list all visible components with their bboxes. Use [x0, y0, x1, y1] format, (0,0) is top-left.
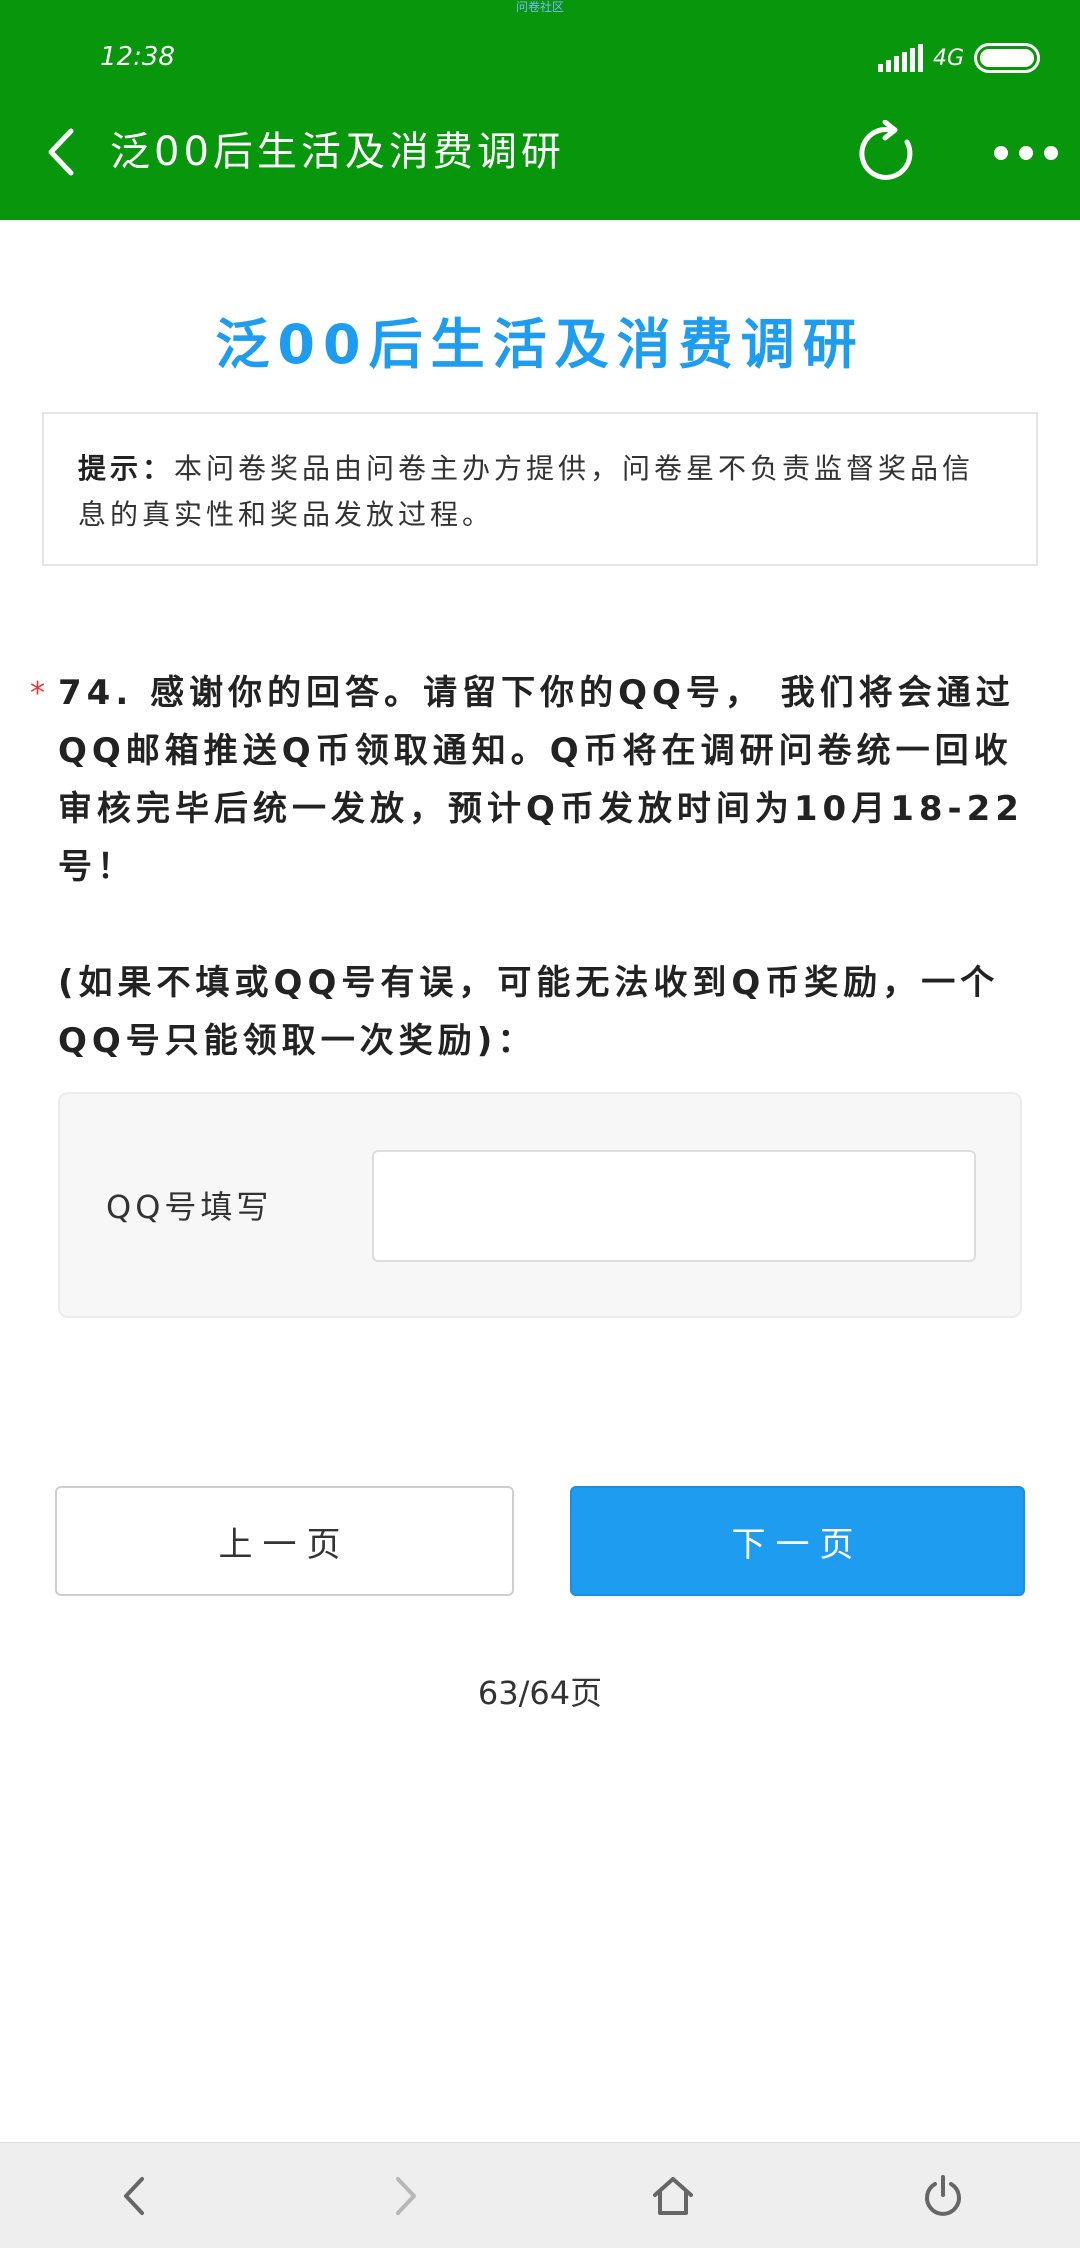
notice-text: 本问卷奖品由问卷主办方提供，问卷星不负责监督奖品信息的真实性和奖品发放过程。: [78, 452, 975, 531]
survey-title: 泛00后生活及消费调研: [215, 313, 865, 376]
back-icon[interactable]: [112, 2173, 158, 2219]
answer-box: QQ号填写: [58, 1092, 1022, 1318]
qq-number-input[interactable]: [372, 1150, 976, 1262]
network-type: 4G: [932, 45, 964, 71]
question-text: 74. 感谢你的回答。请留下你的QQ号， 我们将会通过QQ邮箱推送Q币领取通知。…: [58, 673, 1024, 887]
power-icon[interactable]: [920, 2173, 966, 2219]
question-note: (如果不填或QQ号有误，可能无法收到Q币奖励，一个QQ号只能领取一次奖励)：: [58, 963, 1000, 1061]
status-time: 12:38: [100, 42, 175, 72]
battery-icon: [974, 43, 1040, 73]
watermark: 问卷社区: [515, 0, 564, 14]
qq-field-label: QQ号填写: [106, 1188, 273, 1226]
home-icon[interactable]: [650, 2173, 696, 2219]
header-title: 泛00后生活及消费调研: [110, 129, 565, 175]
status-indicators: 4G: [877, 38, 1040, 78]
next-page-button[interactable]: 下一页: [570, 1486, 1025, 1596]
signal-icon: [877, 44, 923, 72]
bottom-bar: [0, 2142, 1080, 2248]
app-header: 问卷社区 12:38 4G 泛00后生活及消费调研: [0, 0, 1080, 220]
forward-icon[interactable]: [382, 2173, 428, 2219]
back-arrow-icon[interactable]: [40, 122, 80, 182]
required-mark: *: [30, 676, 45, 711]
notice-box: 提示：本问卷奖品由问卷主办方提供，问卷星不负责监督奖品信息的真实性和奖品发放过程…: [42, 412, 1038, 566]
more-icon[interactable]: [994, 140, 1058, 166]
notice-label: 提示：: [78, 452, 175, 485]
refresh-icon[interactable]: [855, 119, 921, 186]
prev-page-button[interactable]: 上一页: [55, 1486, 514, 1596]
page-indicator: 63/64页: [477, 1674, 603, 1712]
